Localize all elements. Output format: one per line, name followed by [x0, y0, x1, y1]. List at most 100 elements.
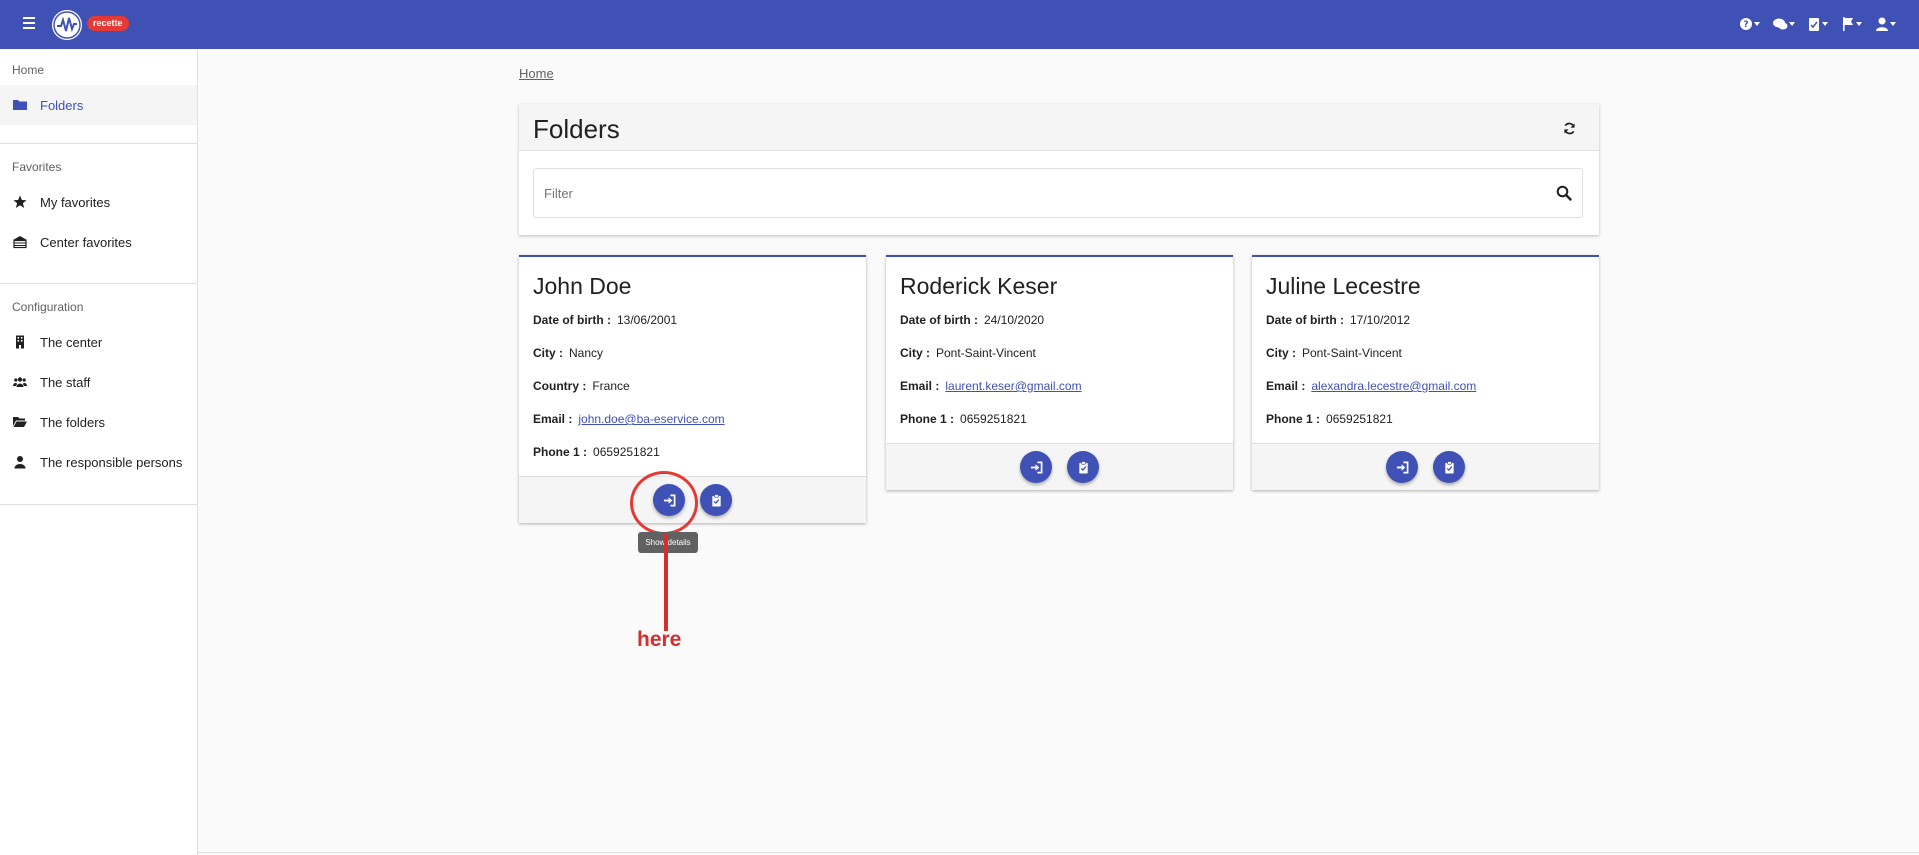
- user-menu-icon[interactable]: [1869, 13, 1903, 35]
- help-menu-icon[interactable]: ?: [1733, 13, 1767, 35]
- person-icon: [12, 454, 28, 470]
- folder-card: John Doe Date of birth : 13/06/2001 City …: [519, 255, 866, 523]
- clipboard-icon: [711, 493, 721, 507]
- sign-in-icon: [1396, 461, 1408, 473]
- card-city: City : Pont-Saint-Vincent: [1266, 344, 1585, 377]
- sidebar-section-favorites: Favorites My favorites Center favorites: [0, 144, 197, 284]
- clipboard-menu-icon[interactable]: [1801, 13, 1835, 35]
- sidebar-item-the-responsible-persons[interactable]: The responsible persons: [0, 442, 197, 482]
- sidebar-item-label: The folders: [40, 414, 106, 430]
- sidebar-item-the-staff[interactable]: The staff: [0, 362, 197, 402]
- panel-header: Folders: [519, 104, 1599, 151]
- folders-panel: Folders: [519, 104, 1599, 235]
- sidebar-item-label: The center: [40, 334, 103, 350]
- page-title: Folders: [533, 114, 620, 144]
- annotation-circle: [630, 471, 698, 535]
- field-value: Pont-Saint-Vincent: [936, 346, 1036, 360]
- building-icon: [12, 234, 28, 250]
- field-label: City :: [1266, 346, 1296, 360]
- annotation-arrow-line: [664, 533, 668, 631]
- clipboard-button[interactable]: [1067, 451, 1099, 483]
- sidebar-section-title: Configuration: [12, 300, 84, 314]
- field-label: Phone 1 :: [900, 412, 955, 426]
- field-label: Date of birth :: [1266, 313, 1344, 327]
- card-country: Country : France: [533, 377, 852, 410]
- folder-card: Roderick Keser Date of birth : 24/10/2020…: [886, 255, 1233, 490]
- office-icon: [12, 334, 28, 350]
- search-icon[interactable]: [1556, 185, 1572, 201]
- field-label: Email :: [900, 379, 940, 393]
- email-link[interactable]: laurent.keser@gmail.com: [945, 379, 1081, 393]
- sidebar-section-home: Home Folders: [0, 49, 197, 144]
- field-label: City :: [900, 346, 930, 360]
- field-label: Date of birth :: [900, 313, 978, 327]
- refresh-button[interactable]: [1559, 118, 1579, 138]
- email-link[interactable]: alexandra.lecestre@gmail.com: [1311, 379, 1476, 393]
- field-label: Phone 1 :: [533, 445, 588, 459]
- sidebar-item-label: My favorites: [40, 194, 111, 210]
- top-app-bar: recette ?: [0, 0, 1919, 49]
- sidebar-item-label: Center favorites: [40, 234, 132, 250]
- field-label: Email :: [1266, 379, 1306, 393]
- card-city: City : Nancy: [533, 344, 852, 377]
- card-phone: Phone 1 : 0659251821: [533, 443, 852, 476]
- email-link[interactable]: john.doe@ba-eservice.com: [578, 412, 724, 426]
- folder-icon: [12, 97, 28, 113]
- sidebar-item-my-favorites[interactable]: My favorites: [0, 182, 197, 222]
- field-value: Pont-Saint-Vincent: [1302, 346, 1402, 360]
- sidebar: Home Folders Favorites My favorites Cent…: [0, 49, 198, 855]
- clipboard-button[interactable]: [1433, 451, 1465, 483]
- tooltip: Show details: [638, 532, 698, 553]
- card-actions: [1252, 443, 1599, 490]
- field-label: City :: [533, 346, 563, 360]
- field-label: Phone 1 :: [1266, 412, 1321, 426]
- sidebar-section-title: Favorites: [12, 160, 62, 174]
- flag-menu-icon[interactable]: [1835, 13, 1869, 35]
- environment-badge: recette: [87, 16, 129, 31]
- field-value: 0659251821: [960, 412, 1027, 426]
- svg-text:?: ?: [1743, 20, 1748, 30]
- field-value: 17/10/2012: [1350, 313, 1411, 327]
- breadcrumb-home-link[interactable]: Home: [519, 66, 554, 81]
- sidebar-item-center-favorites[interactable]: Center favorites: [0, 222, 197, 262]
- sidebar-item-label: Folders: [40, 97, 84, 113]
- clipboard-icon: [1444, 460, 1454, 474]
- show-details-button[interactable]: [1020, 451, 1052, 483]
- field-value: 24/10/2020: [984, 313, 1045, 327]
- field-value: Nancy: [569, 346, 604, 360]
- card-email: Email : john.doe@ba-eservice.com: [533, 410, 852, 443]
- card-person-name: Juline Lecestre: [1266, 273, 1421, 299]
- card-dob: Date of birth : 13/06/2001: [533, 311, 852, 344]
- field-label: Date of birth :: [533, 313, 611, 327]
- sidebar-item-label: The responsible persons: [40, 454, 183, 470]
- card-email: Email : alexandra.lecestre@gmail.com: [1266, 377, 1585, 410]
- star-icon: [12, 194, 28, 210]
- filter-input[interactable]: [544, 169, 1524, 217]
- sign-in-icon: [1030, 461, 1042, 473]
- refresh-icon: [1563, 122, 1575, 134]
- sidebar-section-title: Home: [12, 63, 45, 77]
- sidebar-item-folders[interactable]: Folders: [0, 85, 197, 125]
- annotation-label: here: [637, 628, 682, 651]
- sidebar-section-configuration: Configuration The center The staff The f…: [0, 284, 197, 505]
- card-phone: Phone 1 : 0659251821: [900, 410, 1219, 443]
- sidebar-item-the-folders[interactable]: The folders: [0, 402, 197, 442]
- divider: [198, 852, 1919, 853]
- field-label: Email :: [533, 412, 573, 426]
- menu-icon[interactable]: [20, 14, 38, 34]
- card-person-name: Roderick Keser: [900, 273, 1058, 299]
- clipboard-button[interactable]: [700, 484, 732, 516]
- card-dob: Date of birth : 17/10/2012: [1266, 311, 1585, 344]
- chat-menu-icon[interactable]: [1767, 13, 1801, 35]
- card-email: Email : laurent.keser@gmail.com: [900, 377, 1219, 410]
- sidebar-item-the-center[interactable]: The center: [0, 322, 197, 362]
- clipboard-icon: [1078, 460, 1088, 474]
- app-logo[interactable]: [52, 10, 82, 40]
- field-value: 0659251821: [1326, 412, 1393, 426]
- sidebar-item-label: The staff: [40, 374, 91, 390]
- field-label: Country :: [533, 379, 587, 393]
- card-person-name: John Doe: [533, 273, 632, 299]
- show-details-button[interactable]: [1386, 451, 1418, 483]
- card-phone: Phone 1 : 0659251821: [1266, 410, 1585, 443]
- card-actions: [886, 443, 1233, 490]
